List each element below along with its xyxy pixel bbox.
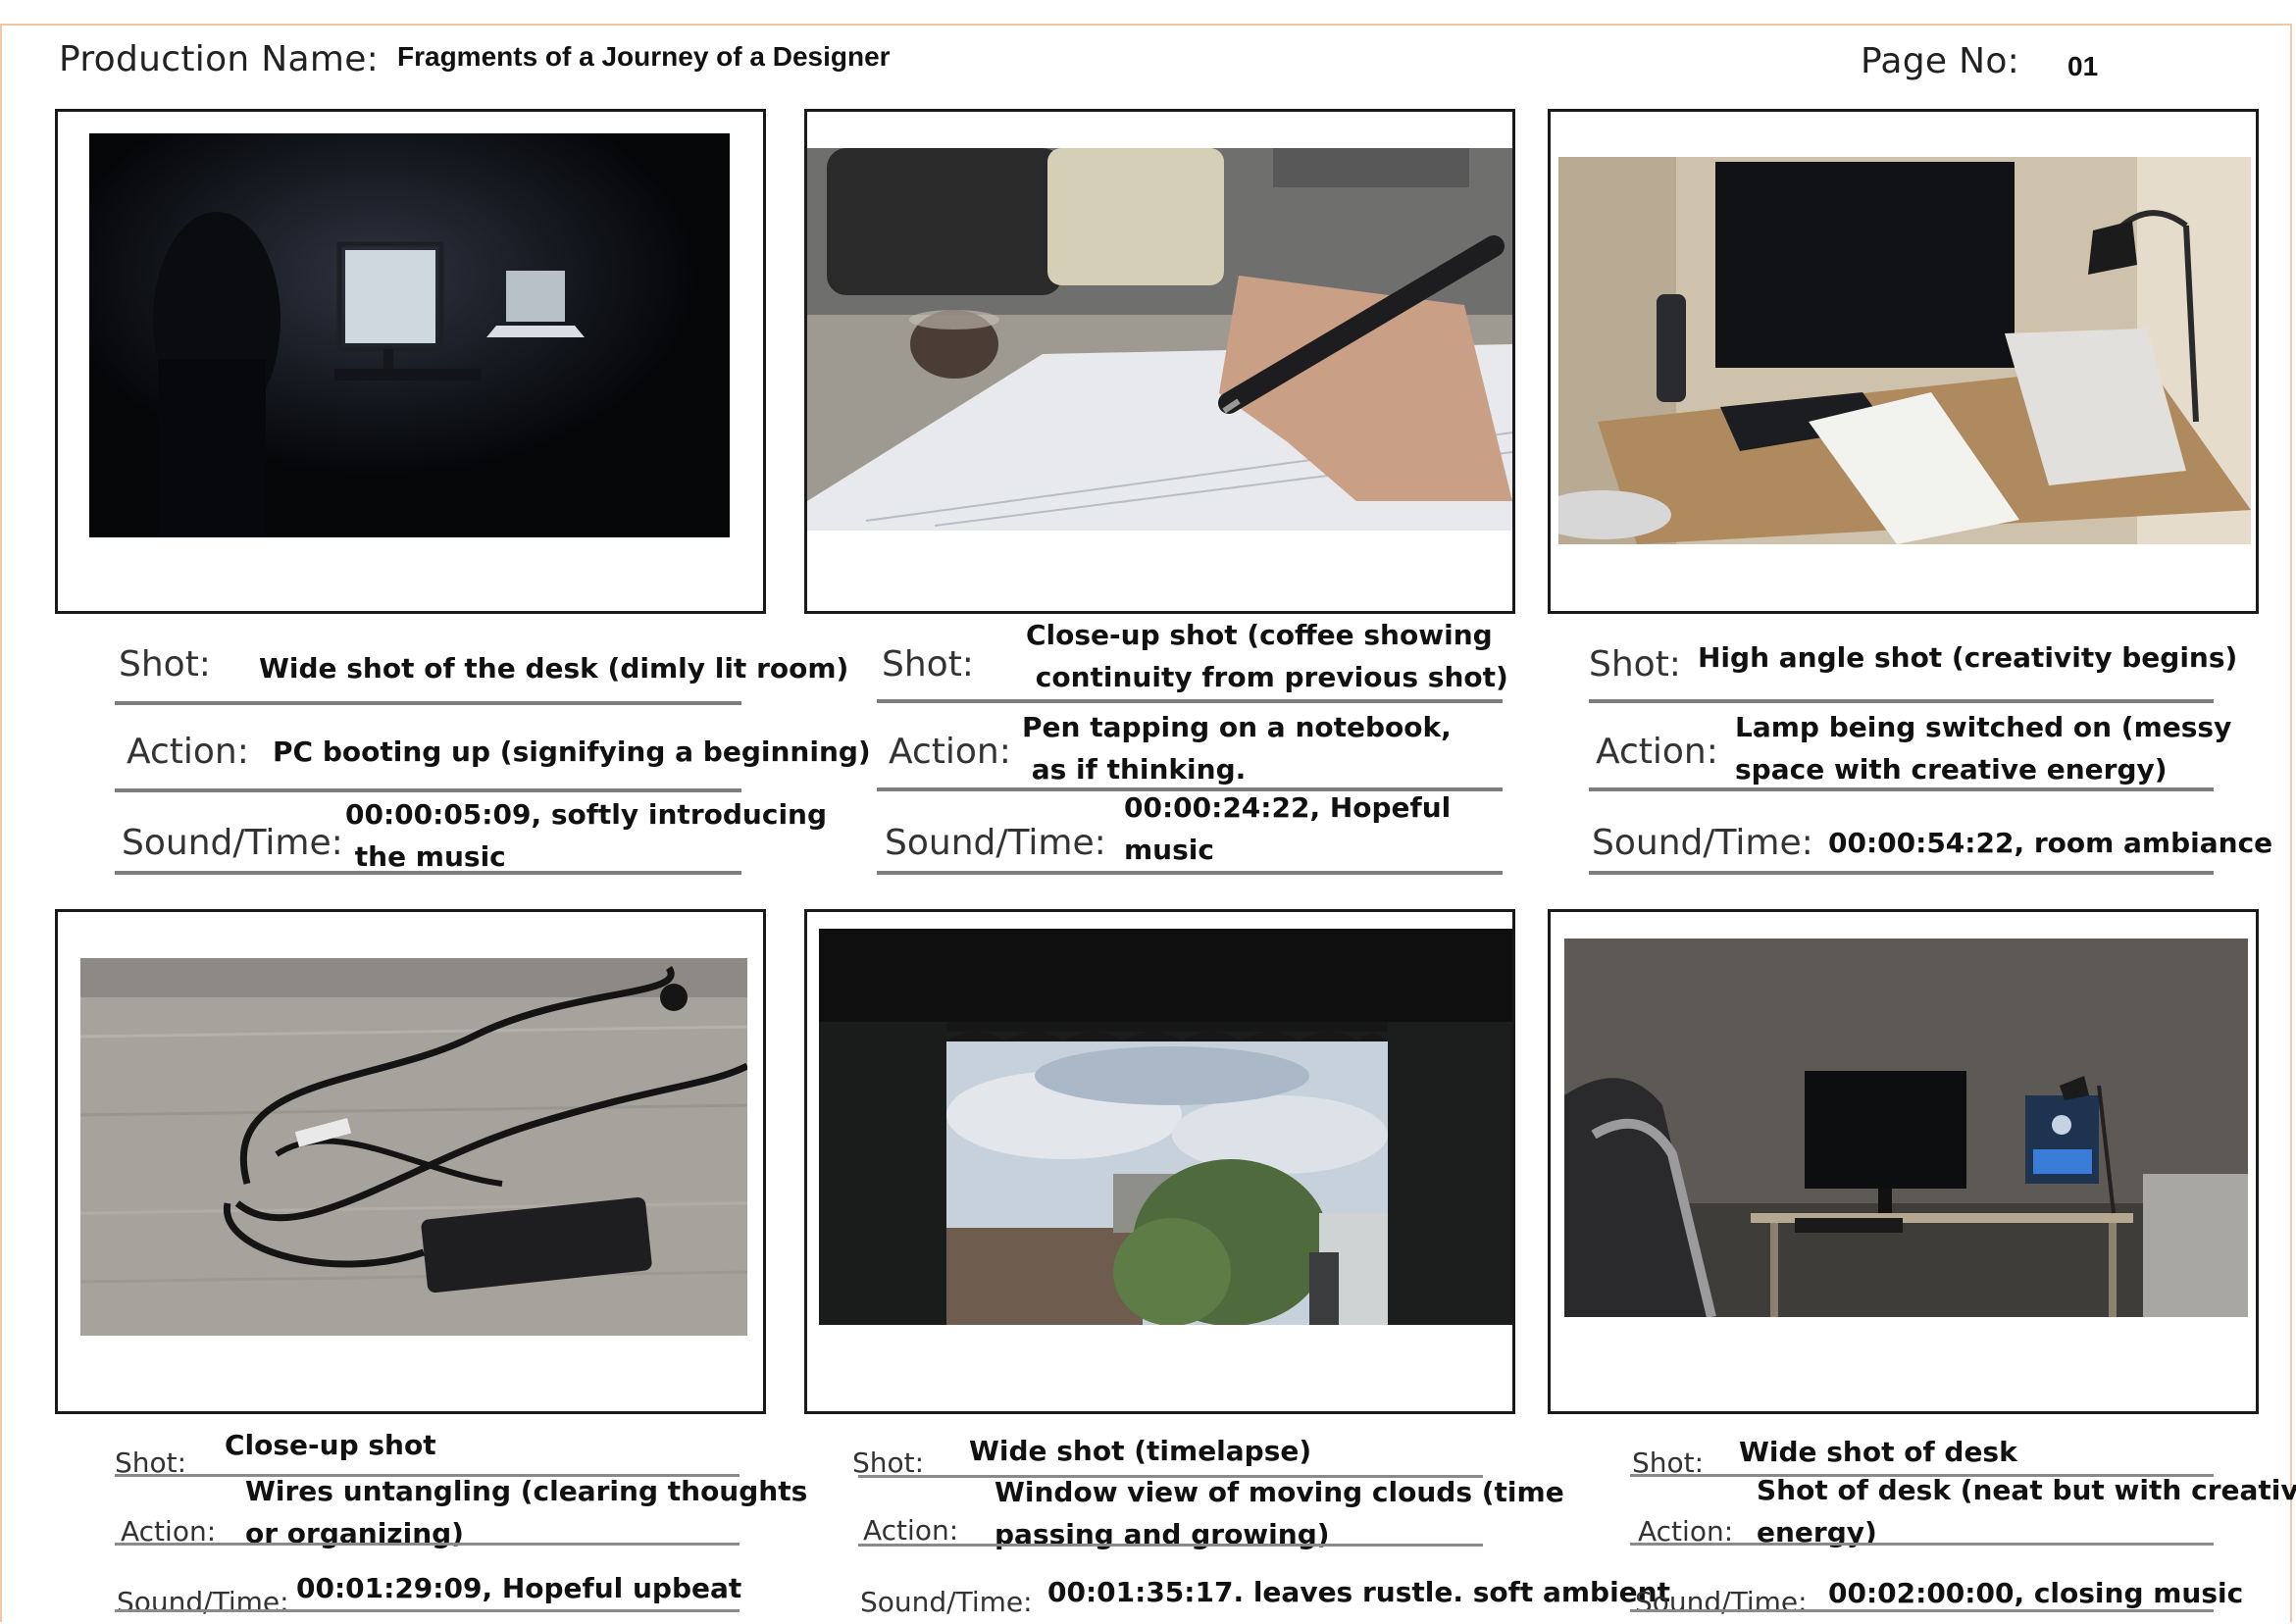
- storyboard-frame-3: [1548, 109, 2259, 614]
- divider: [115, 1609, 740, 1612]
- divider: [1589, 871, 2214, 875]
- panel-2-shot-text: Close-up shot (coffee showing continuity…: [1026, 619, 1508, 693]
- production-name-label: Production Name:: [59, 39, 380, 79]
- storyboard-frame-1: [55, 109, 766, 614]
- panel-3-shot-text: High angle shot (creativity begins): [1698, 641, 2238, 674]
- divider: [1589, 699, 2214, 703]
- panel-1-shot-text: Wide shot of the desk (dimly lit room): [259, 652, 849, 685]
- divider: [115, 701, 741, 705]
- panel-1-image: [89, 133, 730, 537]
- divider: [115, 788, 741, 792]
- divider: [115, 1543, 740, 1546]
- panel-3-action-label: Action:: [1596, 732, 1718, 772]
- storyboard-frame-5: [804, 909, 1515, 1414]
- divider: [858, 1544, 1483, 1547]
- panel-2-image: [807, 148, 1512, 531]
- panel-1-action-text: PC booting up (signifying a beginning): [273, 736, 871, 768]
- panel-2-sound-label: Sound/Time:: [885, 823, 1106, 863]
- panel-3-sound-text: 00:00:54:22, room ambiance: [1828, 827, 2273, 859]
- panel-2-action-text: Pen tapping on a notebook, as if thinkin…: [1022, 711, 1452, 786]
- panel-1-action-label: Action:: [127, 732, 249, 772]
- panel-6-action-text: Shot of desk (neat but with creative ene…: [1757, 1474, 2296, 1548]
- panel-6-sound-label: Sound/Time:: [1635, 1586, 1808, 1618]
- panel-2-sound-text: 00:00:24:22, Hopeful music: [1124, 791, 1452, 866]
- divider: [1630, 1609, 2214, 1612]
- storyboard-frame-4: [55, 909, 766, 1414]
- divider: [877, 699, 1503, 703]
- panel-6-sound-text: 00:02:00:00, closing music: [1828, 1577, 2244, 1609]
- panel-2-shot-label: Shot:: [882, 644, 974, 685]
- panel-5-shot-text: Wide shot (timelapse): [969, 1435, 1312, 1467]
- page-number-value: 01: [2067, 51, 2099, 81]
- panel-3-action-text: Lamp being switched on (messy space with…: [1735, 711, 2232, 786]
- panel-3-shot-label: Shot:: [1589, 644, 1681, 685]
- panel-4-sound-text: 00:01:29:09, Hopeful upbeat: [296, 1572, 742, 1604]
- panel-1-sound-text: 00:00:05:09, softly introducing the musi…: [345, 798, 828, 873]
- panel-1-shot-label: Shot:: [119, 644, 211, 685]
- panel-4-image: [80, 958, 747, 1336]
- panel-5-image: [819, 929, 1512, 1325]
- panel-2-action-label: Action:: [889, 732, 1011, 772]
- divider: [115, 871, 741, 875]
- panel-3-sound-label: Sound/Time:: [1592, 823, 1813, 863]
- panel-6-shot-text: Wide shot of desk: [1739, 1436, 2017, 1468]
- divider: [877, 871, 1503, 875]
- page-number-label: Page No:: [1861, 41, 2020, 81]
- panel-5-sound-text: 00:01:35:17. leaves rustle. soft ambient: [1047, 1576, 1670, 1608]
- panel-5-action-label: Action:: [863, 1514, 959, 1547]
- panel-3-image: [1558, 157, 2251, 544]
- panel-4-shot-text: Close-up shot: [225, 1429, 436, 1461]
- panel-4-sound-label: Sound/Time:: [117, 1586, 289, 1618]
- panel-5-sound-label: Sound/Time:: [860, 1586, 1033, 1618]
- production-name-value: Fragments of a Journey of a Designer: [397, 41, 891, 72]
- panel-1-sound-label: Sound/Time:: [122, 823, 343, 863]
- panel-6-image: [1564, 939, 2248, 1317]
- storyboard-frame-2: [804, 109, 1515, 614]
- storyboard-frame-6: [1548, 909, 2259, 1414]
- divider: [1589, 787, 2214, 791]
- divider: [1630, 1543, 2214, 1546]
